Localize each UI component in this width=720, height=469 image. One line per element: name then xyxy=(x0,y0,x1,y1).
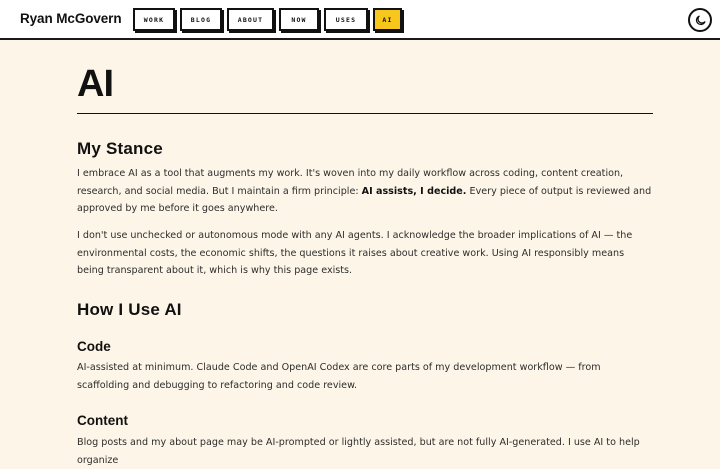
code-paragraph: AI-assisted at minimum. Claude Code and … xyxy=(77,362,601,391)
main-nav: WORK BLOG ABOUT NOW USES AI xyxy=(133,8,402,31)
subheading-content: Content xyxy=(77,413,128,428)
nav-item-about[interactable]: ABOUT xyxy=(227,8,274,31)
page-title: AI xyxy=(77,63,114,105)
top-navigation-bar: Ryan McGovern WORK BLOG ABOUT NOW USES A… xyxy=(0,0,720,40)
theme-toggle-button[interactable] xyxy=(688,8,712,32)
stance-paragraph-1: I embrace AI as a tool that augments my … xyxy=(77,168,652,214)
nav-item-work[interactable]: WORK xyxy=(133,8,175,31)
section-heading-my-stance: My Stance xyxy=(77,139,163,158)
title-divider xyxy=(77,113,653,114)
nav-item-ai[interactable]: AI xyxy=(373,8,402,31)
nav-item-uses[interactable]: USES xyxy=(324,8,368,31)
subheading-code: Code xyxy=(77,339,111,354)
section-heading-how-i-use-ai: How I Use AI xyxy=(77,300,182,319)
nav-item-blog[interactable]: BLOG xyxy=(180,8,222,31)
moon-icon xyxy=(695,15,705,25)
stance-principle: AI assists, I decide. xyxy=(361,185,467,197)
stance-paragraph-2: I don't use unchecked or autonomous mode… xyxy=(77,230,633,276)
content-paragraph: Blog posts and my about page may be AI-p… xyxy=(77,437,640,466)
site-name-link[interactable]: Ryan McGovern xyxy=(20,11,122,26)
nav-item-now[interactable]: NOW xyxy=(279,8,319,31)
